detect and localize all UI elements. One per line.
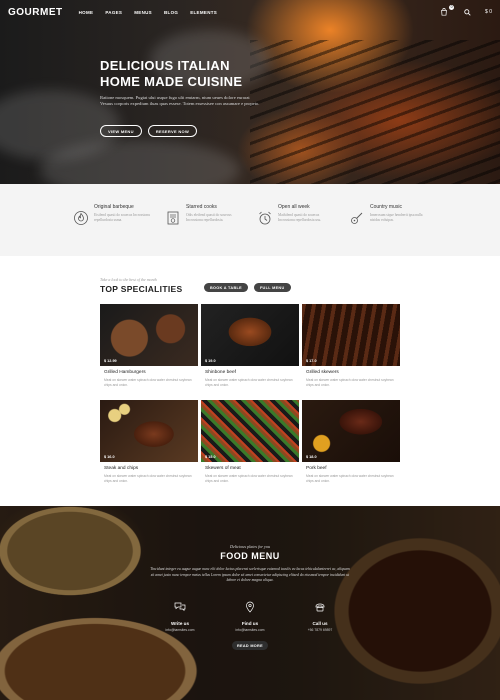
dish-card[interactable]: $ 17.0 Grilled skewers Meat on skewer wa… bbox=[302, 304, 400, 394]
nav-item-elements[interactable]: ELEMENTS bbox=[190, 10, 217, 15]
dish-card[interactable]: $ 12.99 Grilled Hamburgers Meat on skewe… bbox=[100, 304, 198, 394]
top-nav: GOURMET HOME PAGES MENUS BLOG ELEMENTS 0… bbox=[0, 0, 500, 24]
nav-actions: 0 $ 0 bbox=[440, 5, 492, 16]
certificate-icon bbox=[167, 211, 179, 225]
dish-name[interactable]: Grilled Hamburgers bbox=[104, 370, 198, 375]
contact-call[interactable]: Call us +56 7879 69897 bbox=[290, 600, 350, 632]
features-section: Original barbeque Eisifend quasti do sou… bbox=[0, 184, 500, 256]
feature-text: Innerosum sique hendrerit ipsa nulla nis… bbox=[370, 213, 423, 222]
nav-item-home[interactable]: HOME bbox=[79, 10, 94, 15]
dish-price: $ 15.0 bbox=[205, 455, 216, 459]
cart-button[interactable]: 0 bbox=[440, 5, 455, 16]
feature-title: Original barbeque bbox=[94, 204, 134, 210]
contact-write[interactable]: Write us info@tamsites.com bbox=[150, 600, 210, 632]
dish-image[interactable]: $ 12.99 bbox=[100, 304, 198, 366]
dish-description: Meat on skewer water spinach okra water … bbox=[205, 474, 293, 483]
view-menu-button[interactable]: VIEW MENU bbox=[100, 125, 142, 137]
dish-image[interactable]: $ 19.0 bbox=[201, 304, 299, 366]
feature-title: Starred cooks bbox=[186, 204, 217, 210]
dish-card[interactable]: $ 16.0 Steak and chips Meat on skewer wa… bbox=[100, 400, 198, 490]
chat-bubbles-icon bbox=[174, 602, 186, 612]
feature-item: Open all week Mathifend quasti do souecu… bbox=[257, 204, 335, 256]
feature-text: Eisifend quasti do souecus Incrossionu r… bbox=[94, 213, 150, 222]
hero-title-line: DELICIOUS ITALIAN bbox=[100, 58, 230, 73]
contact-value[interactable]: info@tamsites.com bbox=[150, 628, 210, 632]
contact-value[interactable]: +56 7879 69897 bbox=[290, 628, 350, 632]
dish-card[interactable]: $ 18.0 Pork beef Meat on skewer water sp… bbox=[302, 400, 400, 490]
nav-item-menus[interactable]: MENUS bbox=[134, 10, 152, 15]
hero-title: DELICIOUS ITALIAN HOME MADE CUISINE bbox=[100, 58, 300, 90]
dish-name[interactable]: Grilled skewers bbox=[306, 370, 400, 375]
feature-text: Mathifend quasti do souecus Incrossionu … bbox=[278, 213, 322, 222]
contact-list: Write us info@tamsites.com Find us info@… bbox=[150, 600, 350, 632]
hero-title-line: HOME MADE CUISINE bbox=[100, 74, 243, 89]
dish-description: Meat on skewer water spinach okra water … bbox=[104, 474, 192, 483]
flame-badge-icon bbox=[74, 211, 88, 225]
dish-description: Meat on skewer water spinach okra water … bbox=[104, 378, 192, 387]
dish-price: $ 19.0 bbox=[205, 359, 216, 363]
alarm-clock-icon bbox=[259, 211, 271, 225]
feature-title: Open all week bbox=[278, 204, 310, 210]
feature-text: Odis eleifend quasti do souecus Incrossi… bbox=[186, 213, 232, 222]
nav-item-pages[interactable]: PAGES bbox=[105, 10, 122, 15]
map-pin-icon bbox=[246, 601, 254, 613]
hero-section: GOURMET HOME PAGES MENUS BLOG ELEMENTS 0… bbox=[0, 0, 500, 184]
book-table-button[interactable]: BOOK A TABLE bbox=[204, 283, 248, 292]
dish-name[interactable]: Shinbone beef bbox=[205, 370, 299, 375]
nav-item-blog[interactable]: BLOG bbox=[164, 10, 178, 15]
full-menu-button[interactable]: FULL MENU bbox=[253, 283, 291, 292]
logo-text: GOURMET bbox=[8, 6, 63, 18]
reserve-now-button[interactable]: RESERVE NOW bbox=[147, 125, 198, 137]
dish-image[interactable]: $ 17.0 bbox=[302, 304, 400, 366]
dish-description: Meat on skewer water spinach okra water … bbox=[205, 378, 293, 387]
feature-item: Original barbeque Eisifend quasti do sou… bbox=[73, 204, 151, 256]
contact-label: Write us bbox=[170, 621, 190, 626]
contact-value[interactable]: info@tamsites.com bbox=[220, 628, 280, 632]
hero-buttons: VIEW MENU RESERVE NOW bbox=[100, 125, 198, 137]
dish-card[interactable]: $ 19.0 Shinbone beef Meat on skewer wate… bbox=[201, 304, 299, 394]
cart-count-badge: 0 bbox=[449, 5, 455, 10]
contact-label: Call us bbox=[312, 621, 328, 626]
food-menu-subtitle: Delicious plates for you bbox=[229, 544, 271, 549]
food-menu-section: Delicious plates for you FOOD MENU Tinci… bbox=[0, 506, 500, 700]
read-more-button[interactable]: READ MORE bbox=[232, 641, 268, 650]
dish-image[interactable]: $ 15.0 bbox=[201, 400, 299, 462]
search-icon[interactable] bbox=[464, 8, 471, 16]
guitar-icon bbox=[351, 212, 363, 224]
main-menu: HOME PAGES MENUS BLOG ELEMENTS bbox=[79, 10, 218, 15]
feature-item: Country music Innerosum sique hendrerit … bbox=[349, 204, 427, 256]
dish-description: Meat on skewer water spinach okra water … bbox=[306, 378, 394, 387]
contact-find[interactable]: Find us info@tamsites.com bbox=[220, 600, 280, 632]
dish-card[interactable]: $ 15.0 Skewers of meat Meat on skewer wa… bbox=[201, 400, 299, 490]
dish-description: Meat on skewer water spinach okra water … bbox=[306, 474, 394, 483]
section-title: TOP SPECIALITIES bbox=[100, 284, 183, 294]
section-buttons: BOOK A TABLE FULL MENU bbox=[204, 283, 291, 292]
dish-price: $ 17.0 bbox=[306, 359, 317, 363]
dish-name[interactable]: Skewers of meat bbox=[205, 466, 299, 471]
dish-price: $ 12.99 bbox=[104, 359, 117, 363]
bag-icon bbox=[441, 8, 447, 16]
contact-label: Find us bbox=[241, 621, 259, 626]
feature-item: Starred cooks Odis eleifend quasti do so… bbox=[165, 204, 243, 256]
hero-description: Ratione mosquem. Pugiat ului usque fugo … bbox=[100, 95, 260, 107]
phone-icon bbox=[315, 603, 325, 612]
logo[interactable]: GOURMET bbox=[8, 7, 63, 18]
food-menu-text: Tincidunt integer eu augue augue nunc el… bbox=[150, 567, 350, 583]
dish-price: $ 18.0 bbox=[306, 455, 317, 459]
dish-price: $ 16.0 bbox=[104, 455, 115, 459]
section-subtitle: Take a look to the best of the month bbox=[100, 277, 157, 282]
dish-image[interactable]: $ 16.0 bbox=[100, 400, 198, 462]
dish-image[interactable]: $ 18.0 bbox=[302, 400, 400, 462]
specialities-section: Take a look to the best of the month TOP… bbox=[0, 256, 500, 506]
cart-total[interactable]: $ 0 bbox=[485, 9, 492, 15]
dish-name[interactable]: Steak and chips bbox=[104, 466, 198, 471]
feature-title: Country music bbox=[370, 204, 402, 210]
dish-name[interactable]: Pork beef bbox=[306, 466, 400, 471]
food-menu-title: FOOD MENU bbox=[220, 551, 280, 561]
dish-grid: $ 12.99 Grilled Hamburgers Meat on skewe… bbox=[100, 304, 400, 490]
